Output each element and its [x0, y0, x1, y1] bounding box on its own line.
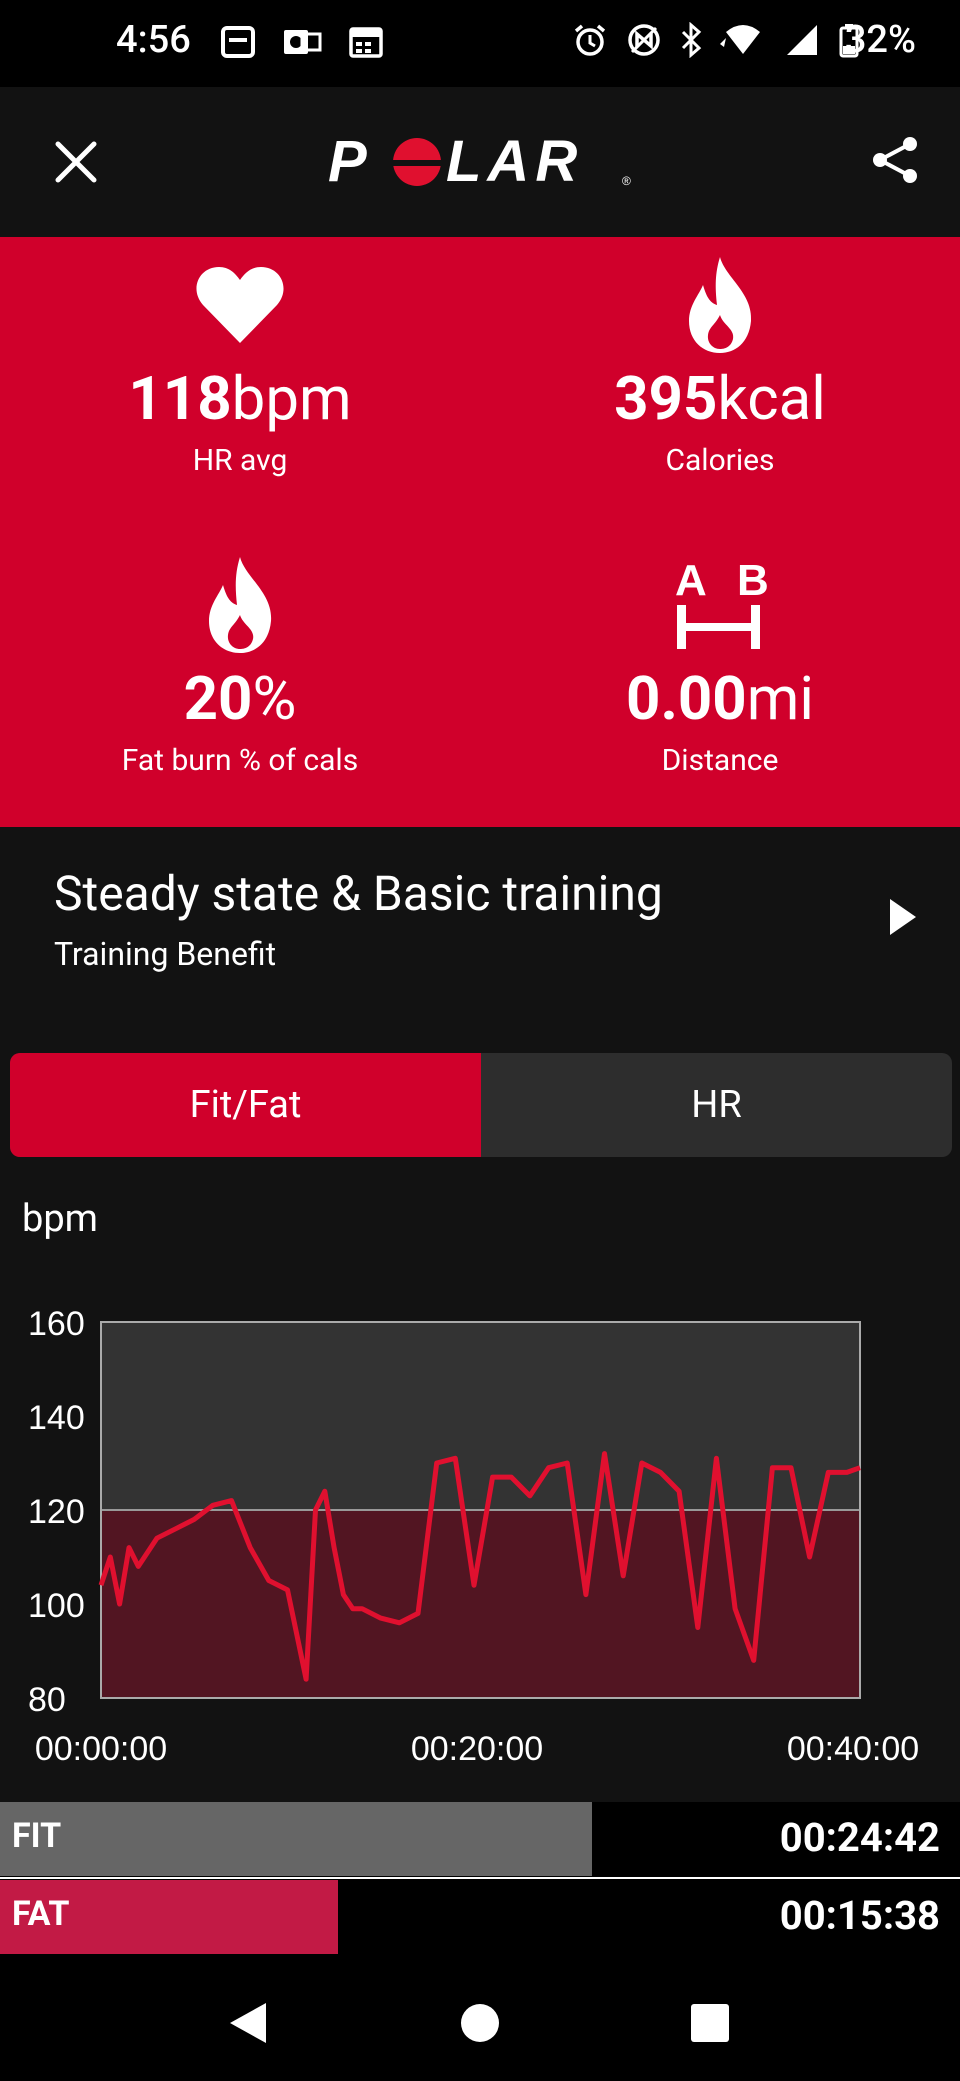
tab-hr[interactable]: HR: [481, 1053, 952, 1157]
svg-text:P: P: [328, 135, 373, 189]
calories-value: 395: [614, 363, 718, 434]
wifi-icon: [720, 25, 760, 54]
x-tick-label: 00:00:00: [35, 1730, 167, 1768]
fat-burn-stat: 20% Fat burn % of cals: [0, 555, 480, 778]
notification-icon: [221, 26, 255, 58]
fat-zone-label: FAT: [12, 1894, 70, 1934]
outlook-icon: [284, 30, 322, 54]
app-bar: P LAR ®: [0, 87, 960, 237]
close-icon[interactable]: [48, 134, 104, 190]
x-tick-label: 00:40:00: [787, 1730, 919, 1768]
hr-avg-stat: 118bpm HR avg: [0, 265, 480, 478]
chart-tabs: Fit/Fat HR: [10, 1053, 952, 1157]
divider: [0, 1877, 960, 1879]
system-nav-bar: [0, 1962, 960, 2081]
nfc-icon: [628, 24, 660, 56]
y-tick-label: 140: [28, 1399, 85, 1437]
battery-level: 32%: [844, 18, 916, 62]
hr-avg-value: 118: [128, 363, 232, 434]
svg-text:LAR: LAR: [446, 135, 583, 189]
y-tick-label: 80: [28, 1681, 66, 1719]
hr-chart: 160 140 120 100 80 00:00:00 00:20:00 00:40:00: [28, 1305, 919, 1768]
flame-icon: [689, 257, 752, 353]
svg-text:B: B: [737, 556, 769, 605]
status-time: 4:56: [116, 18, 191, 62]
training-benefit-title: Steady state & Basic training: [54, 865, 663, 922]
x-tick-label: 00:20:00: [411, 1730, 543, 1768]
distance-stat: A B 0.00mi Distance: [480, 555, 960, 778]
training-benefit-row[interactable]: Steady state & Basic training Training B…: [0, 827, 960, 1007]
distance-ab-icon: A B: [675, 556, 769, 649]
y-tick-label: 100: [28, 1587, 85, 1625]
fit-zone-row: FIT 00:24:42: [0, 1802, 960, 1879]
bluetooth-icon: [681, 22, 702, 58]
flame-icon: [209, 557, 272, 653]
chart-zone-above-threshold: [101, 1322, 860, 1510]
back-icon[interactable]: [226, 2000, 270, 2046]
zone-time-bars: FIT 00:24:42 FAT 00:15:38: [0, 1802, 960, 1962]
play-arrow-icon[interactable]: [886, 895, 920, 939]
recents-icon[interactable]: [689, 2002, 731, 2044]
fit-zone-label: FIT: [12, 1816, 62, 1856]
calories-stat: 395kcal Calories: [480, 255, 960, 478]
heart-icon: [196, 267, 284, 343]
fat-burn-unit: %: [252, 663, 297, 734]
fat-zone-row: FAT 00:15:38: [0, 1880, 960, 1954]
calories-label: Calories: [665, 443, 775, 478]
hr-avg-label: HR avg: [192, 443, 288, 478]
y-tick-label: 160: [28, 1305, 85, 1343]
distance-label: Distance: [661, 743, 779, 778]
svg-text:®: ®: [622, 174, 631, 188]
fit-zone-time: 00:24:42: [779, 1814, 940, 1861]
fat-burn-label: Fat burn % of cals: [121, 743, 359, 778]
distance-unit: mi: [746, 663, 814, 734]
share-icon[interactable]: [868, 132, 924, 188]
stats-panel: 118bpm HR avg 395kcal Calories 20% Fat b…: [0, 237, 960, 827]
tab-fit-fat[interactable]: Fit/Fat: [10, 1053, 481, 1157]
calories-unit: kcal: [717, 363, 826, 434]
fat-zone-time: 00:15:38: [779, 1892, 940, 1939]
fat-burn-value: 20: [183, 663, 253, 734]
y-axis-unit-label: bpm: [22, 1197, 98, 1241]
polar-logo: P LAR ®: [328, 135, 631, 189]
alarm-icon: [574, 24, 606, 56]
signal-icon: [787, 25, 817, 55]
svg-text:A: A: [675, 556, 707, 605]
hr-avg-unit: bpm: [231, 363, 352, 434]
y-tick-label: 120: [28, 1493, 85, 1531]
status-bar: 4:56 32%: [0, 0, 960, 87]
fit-zone-bar: [0, 1802, 593, 1876]
distance-value: 0.00: [626, 663, 747, 734]
training-benefit-subtitle: Training Benefit: [54, 935, 277, 973]
home-icon[interactable]: [459, 2002, 501, 2044]
calendar-icon: [349, 27, 383, 58]
